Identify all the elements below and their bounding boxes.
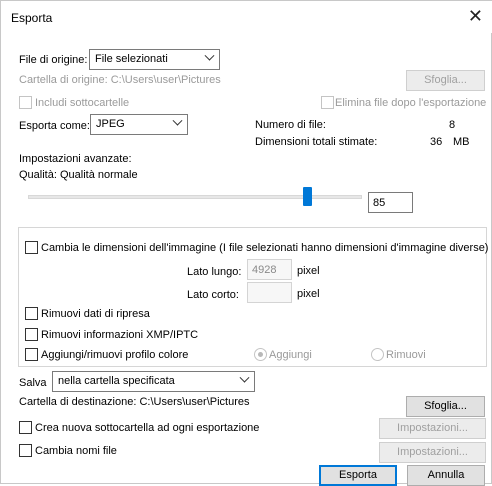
- save-label: Salva: [19, 377, 47, 389]
- export-dialog: Esporta ✕ File di origine: File selezion…: [0, 0, 492, 486]
- radio-add-label: Aggiungi: [269, 349, 312, 361]
- source-select-value: File selezionati: [95, 53, 168, 65]
- cancel-button[interactable]: Annulla: [407, 465, 485, 486]
- rename-settings-button[interactable]: Impostazioni...: [379, 442, 486, 463]
- include-subfolders-checkbox[interactable]: [19, 96, 32, 109]
- chevron-down-icon: [172, 115, 183, 126]
- source-browse-button[interactable]: Sfoglia...: [406, 70, 485, 91]
- subfolder-settings-button[interactable]: Impostazioni...: [379, 418, 486, 439]
- chevron-down-icon: [204, 50, 215, 61]
- resize-label: Cambia le dimensioni dell'immagine (I fi…: [41, 242, 489, 254]
- create-subfolder-label: Crea nuova sottocartella ad ogni esporta…: [35, 422, 260, 434]
- rename-files-label: Cambia nomi file: [35, 445, 117, 457]
- total-size-label: Dimensioni totali stimate:: [255, 136, 378, 148]
- quality-input[interactable]: 85: [368, 192, 413, 213]
- source-select[interactable]: File selezionati: [89, 49, 220, 70]
- export-as-label: Esporta come:: [19, 120, 90, 132]
- resize-checkbox[interactable]: [25, 241, 38, 254]
- chevron-down-icon: [239, 372, 250, 383]
- title-bar: Esporta ✕: [1, 1, 492, 33]
- radio-dot: [258, 352, 263, 357]
- quality-slider-thumb[interactable]: [303, 187, 312, 206]
- short-side-label: Lato corto:: [187, 289, 239, 301]
- file-count-value: 8: [449, 119, 456, 131]
- color-profile-checkbox[interactable]: [25, 348, 38, 361]
- remove-xmp-checkbox[interactable]: [25, 328, 38, 341]
- delete-after-label: Elimina file dopo l'esportazione: [335, 97, 487, 109]
- quality-label: Qualità: Qualità normale: [19, 169, 138, 181]
- short-side-unit: pixel: [297, 288, 320, 300]
- short-side-input[interactable]: [247, 282, 292, 303]
- format-select[interactable]: JPEG: [90, 114, 188, 135]
- radio-remove[interactable]: [371, 348, 384, 361]
- close-icon[interactable]: ✕: [468, 7, 483, 25]
- total-size-value: 36: [430, 136, 443, 148]
- save-location-select[interactable]: nella cartella specificata: [52, 371, 255, 392]
- total-size-unit: MB: [453, 136, 470, 148]
- radio-remove-label: Rimuovi: [386, 349, 426, 361]
- include-subfolders-label: Includi sottocartelle: [35, 97, 130, 109]
- rename-files-checkbox[interactable]: [19, 444, 32, 457]
- long-side-input[interactable]: 4928: [247, 259, 292, 280]
- create-subfolder-checkbox[interactable]: [19, 421, 32, 434]
- long-side-unit: pixel: [297, 265, 320, 277]
- export-button[interactable]: Esporta: [319, 465, 397, 486]
- destination-folder-text: Cartella di destinazione: C:\Users\user\…: [19, 396, 250, 408]
- save-location-value: nella cartella specificata: [58, 375, 175, 387]
- source-folder-text: Cartella di origine: C:\Users\user\Pictu…: [19, 74, 221, 86]
- remove-shooting-data-label: Rimuovi dati di ripresa: [41, 308, 150, 320]
- format-select-value: JPEG: [96, 118, 125, 130]
- dialog-title: Esporta: [11, 11, 53, 25]
- destination-browse-button[interactable]: Sfoglia...: [406, 396, 485, 417]
- advanced-settings-label: Impostazioni avanzate:: [19, 153, 132, 165]
- file-count-label: Numero di file:: [255, 119, 326, 131]
- remove-xmp-label: Rimuovi informazioni XMP/IPTC: [41, 329, 199, 341]
- radio-add[interactable]: [254, 348, 267, 361]
- long-side-label: Lato lungo:: [187, 266, 242, 278]
- remove-shooting-data-checkbox[interactable]: [25, 307, 38, 320]
- delete-after-checkbox[interactable]: [321, 96, 334, 109]
- color-profile-label: Aggiungi/rimuovi profilo colore: [41, 349, 189, 361]
- source-label: File di origine:: [19, 54, 88, 66]
